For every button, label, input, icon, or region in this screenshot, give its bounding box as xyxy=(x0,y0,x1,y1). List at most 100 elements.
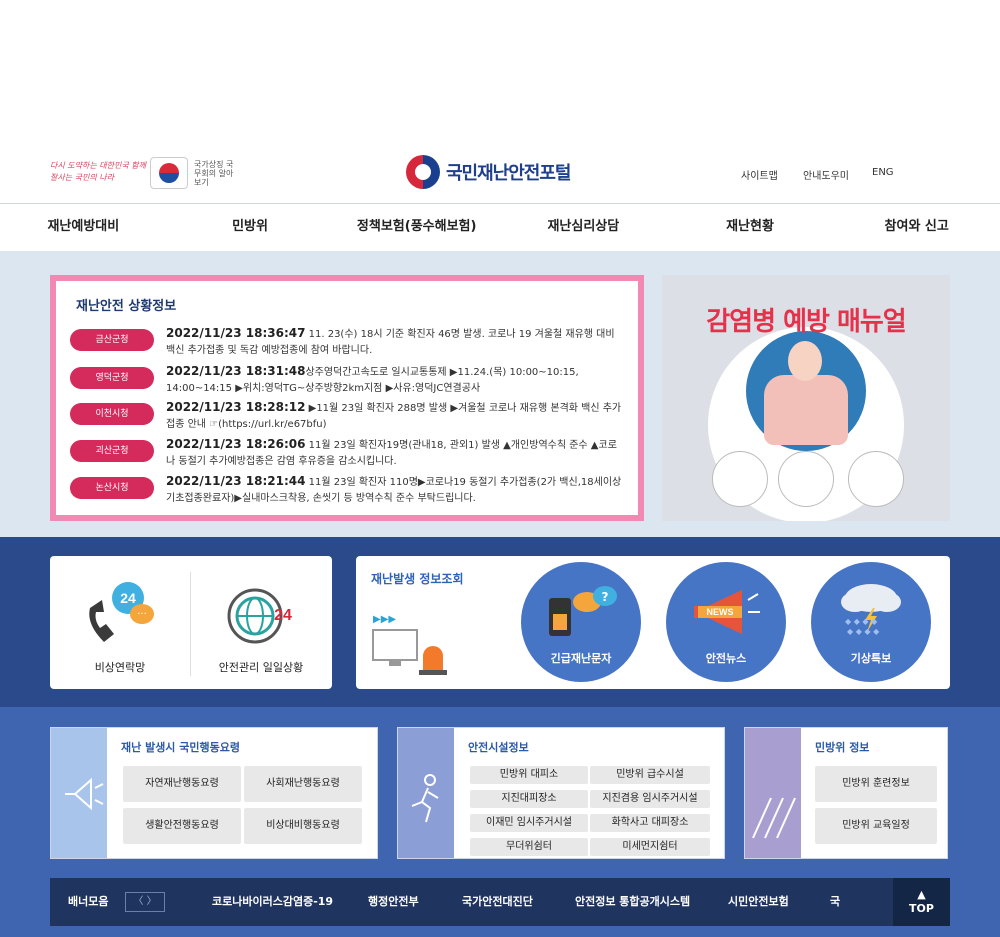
megaphone-icon xyxy=(51,728,107,858)
region-badge: 논산시청 xyxy=(70,477,154,499)
svg-text:?: ? xyxy=(602,590,609,604)
situation-time: 2022/11/23 18:21:44 xyxy=(166,474,306,488)
svg-text:NEWS: NEWS xyxy=(707,607,734,617)
phone-24-icon: 24 ··· xyxy=(89,582,154,642)
social-disaster-guide-button[interactable]: 사회재난행동요령 xyxy=(244,766,362,802)
svg-text:···: ··· xyxy=(137,609,147,620)
situation-time: 2022/11/23 18:36:47 xyxy=(166,326,306,340)
slogan-logo[interactable]: 다시 도약하는 대한민국 함께 잘사는 국민의 나라 xyxy=(50,160,150,188)
education-schedule-button[interactable]: 민방위 교육일정 xyxy=(815,808,937,844)
safety-news-button[interactable]: NEWS 안전뉴스 xyxy=(666,562,786,682)
svg-text:▶▶▶: ▶▶▶ xyxy=(373,614,396,625)
natural-disaster-guide-button[interactable]: 자연재난행동요령 xyxy=(123,766,241,802)
life-safety-guide-button[interactable]: 생활안전행동요령 xyxy=(123,808,241,844)
banner-link-covid[interactable]: 코로나바이러스감염증-19 xyxy=(212,893,333,909)
monitor-alarm-icon: ▶▶▶ xyxy=(372,614,447,675)
region-badge: 금산군청 xyxy=(70,329,154,351)
banner-link-safety-info[interactable]: 안전정보 통합공개시스템 xyxy=(575,893,690,909)
nav-participation-report[interactable]: 참여와 신고 xyxy=(833,205,1000,251)
megaphone-news-icon: NEWS xyxy=(694,590,760,634)
government-emblem-icon xyxy=(406,155,440,189)
banner-link-safety-inspection[interactable]: 국가안전대진단 xyxy=(462,893,533,909)
svg-text:24: 24 xyxy=(120,590,136,606)
handwash-icon xyxy=(778,451,834,507)
cloud-rain-icon: ◆ ◆ ◆ ◆ ◆ ◆ ◆ ◆ xyxy=(841,584,901,636)
victim-housing-button[interactable]: 이재민 임시주거시설 xyxy=(470,814,588,832)
civil-defense-title: 민방위 정보 xyxy=(815,741,870,754)
safety-facility-panel: 안전시설정보 민방위 대피소 민방위 급수시설 지진대피장소 지진겸용 임시주거… xyxy=(397,727,725,859)
region-badge: 영덕군청 xyxy=(70,367,154,389)
site-header: 다시 도약하는 대한민국 함께 잘사는 국민의 나라 국가상징 국무회의 알아보… xyxy=(0,150,1000,204)
earthquake-housing-button[interactable]: 지진겸용 임시주거시설 xyxy=(590,790,710,808)
emergency-text-label: 긴급재난문자 xyxy=(550,652,612,665)
conduct-guide-panel: 재난 발생시 국민행동요령 자연재난행동요령 사회재난행동요령 생활안전행동요령… xyxy=(50,727,378,859)
sitemap-link[interactable]: 사이트맵 xyxy=(741,167,778,182)
disaster-info-title: 재난발생 정보조회 xyxy=(371,572,464,586)
shield-lines-icon xyxy=(745,728,801,858)
banner-bar: 배너모음 〈 〉 코로나바이러스감염증-19 행정안전부 국가안전대진단 안전정… xyxy=(50,878,950,926)
region-badge: 이천시청 xyxy=(70,403,154,425)
situation-item[interactable]: 괴산군청 2022/11/23 18:26:06 11월 23일 확진자19명(… xyxy=(70,436,630,470)
walkie-talkie-icon: ? xyxy=(549,586,617,636)
nav-disaster-status[interactable]: 재난현황 xyxy=(667,205,834,251)
safety-news-label: 안전뉴스 xyxy=(705,652,747,665)
top-label: TOP xyxy=(909,902,934,915)
nav-disaster-prevention[interactable]: 재난예방대비 xyxy=(0,205,167,251)
situation-title: 재난안전 상황정보 xyxy=(76,299,177,314)
portal-logo[interactable]: 국민재난안전포털 xyxy=(406,154,571,190)
heat-shelter-button[interactable]: 무더위쉼터 xyxy=(470,838,588,856)
conduct-guide-title: 재난 발생시 국민행동요령 xyxy=(121,741,240,754)
situation-section: 재난안전 상황정보 금산군청 2022/11/23 18:36:47 11. 2… xyxy=(0,251,1000,537)
national-flag-icon[interactable] xyxy=(150,157,188,189)
nav-policy-insurance[interactable]: 정책보험(풍수해보험) xyxy=(333,205,500,251)
chemical-shelter-button[interactable]: 화학사고 대피장소 xyxy=(590,814,710,832)
situation-item[interactable]: 이천시청 2022/11/23 18:28:12 ▶11월 23일 확진자 28… xyxy=(70,399,630,433)
water-supply-button[interactable]: 민방위 급수시설 xyxy=(590,766,710,784)
dust-shelter-button[interactable]: 미세먼지쉼터 xyxy=(590,838,710,856)
daily-status-label: 안전관리 일일상황 xyxy=(218,661,304,674)
banner-arrows[interactable]: 〈 〉 xyxy=(125,892,165,912)
shelter-button[interactable]: 민방위 대피소 xyxy=(470,766,588,784)
emergency-contact-link[interactable]: 24 ··· 비상연락망 xyxy=(50,556,190,689)
banner-title: 배너모음 xyxy=(68,895,109,908)
svg-text:◆ ◆ ◆ ◆: ◆ ◆ ◆ ◆ xyxy=(845,617,878,626)
emergency-text-button[interactable]: ? 긴급재난문자 xyxy=(521,562,641,682)
mask-icon xyxy=(712,451,768,507)
situation-item[interactable]: 영덕군청 2022/11/23 18:31:48상주영덕간고속도로 일시교통통제… xyxy=(70,363,630,397)
disaster-info-panel: 재난발생 정보조회 ▶▶▶ ? 긴급재난문자 NEWS 안전뉴스 ◆ ◆ ◆ ◆… xyxy=(356,556,950,689)
earthquake-shelter-button[interactable]: 지진대피장소 xyxy=(470,790,588,808)
banner-link-citizen-insurance[interactable]: 시민안전보험 xyxy=(728,893,789,909)
emergency-prep-guide-button[interactable]: 비상대비행동요령 xyxy=(244,808,362,844)
svg-text:24: 24 xyxy=(274,607,292,624)
drink-icon xyxy=(848,451,904,507)
help-link[interactable]: 안내도우미 xyxy=(803,167,849,182)
manual-title: 감염병 예방 매뉴얼 xyxy=(706,307,906,337)
globe-24-icon: 24 xyxy=(227,588,292,644)
situation-time: 2022/11/23 18:31:48 xyxy=(166,364,306,378)
safety-facility-title: 안전시설정보 xyxy=(468,741,529,754)
lungs-icon xyxy=(764,375,848,445)
infection-manual-banner[interactable]: 감염병 예방 매뉴얼 xyxy=(662,275,950,521)
weather-alert-button[interactable]: ◆ ◆ ◆ ◆ ◆ ◆ ◆ ◆ 기상특보 xyxy=(811,562,931,682)
nav-psychological-counseling[interactable]: 재난심리상담 xyxy=(500,205,667,251)
situation-time: 2022/11/23 18:26:06 xyxy=(166,437,306,451)
daily-status-link[interactable]: 24 안전관리 일일상황 xyxy=(191,556,331,689)
situation-item[interactable]: 금산군청 2022/11/23 18:36:47 11. 23(수) 18시 기… xyxy=(70,325,630,359)
portal-title: 국민재난안전포털 xyxy=(446,163,571,184)
national-symbol-link[interactable]: 국가상징 국무회의 알아보기 xyxy=(194,160,234,187)
situation-time: 2022/11/23 18:28:12 xyxy=(166,400,306,414)
civil-defense-panel: 민방위 정보 민방위 훈련정보 민방위 교육일정 xyxy=(744,727,948,859)
nav-civil-defense[interactable]: 민방위 xyxy=(167,205,334,251)
banner-link-mois[interactable]: 행정안전부 xyxy=(368,893,419,909)
caret-up-icon: ▲ xyxy=(917,888,926,901)
english-link[interactable]: ENG xyxy=(872,167,894,178)
main-navigation: 재난예방대비 민방위 정책보험(풍수해보험) 재난심리상담 재난현황 참여와 신… xyxy=(0,205,1000,251)
services-section: 24 ··· 비상연락망 24 안전관리 일일상황 재난발생 정보조회 ▶▶▶ xyxy=(0,537,1000,707)
svg-text:◆ ◆ ◆ ◆: ◆ ◆ ◆ ◆ xyxy=(847,627,880,636)
top-button[interactable]: ▲ TOP xyxy=(893,878,950,926)
emergency-contact-label: 비상연락망 xyxy=(94,661,146,674)
emergency-services-panel: 24 ··· 비상연락망 24 안전관리 일일상황 xyxy=(50,556,332,689)
training-info-button[interactable]: 민방위 훈련정보 xyxy=(815,766,937,802)
banner-link-partial[interactable]: 국 xyxy=(830,893,840,909)
situation-item[interactable]: 논산시청 2022/11/23 18:21:44 11월 23일 확진자 110… xyxy=(70,473,630,507)
